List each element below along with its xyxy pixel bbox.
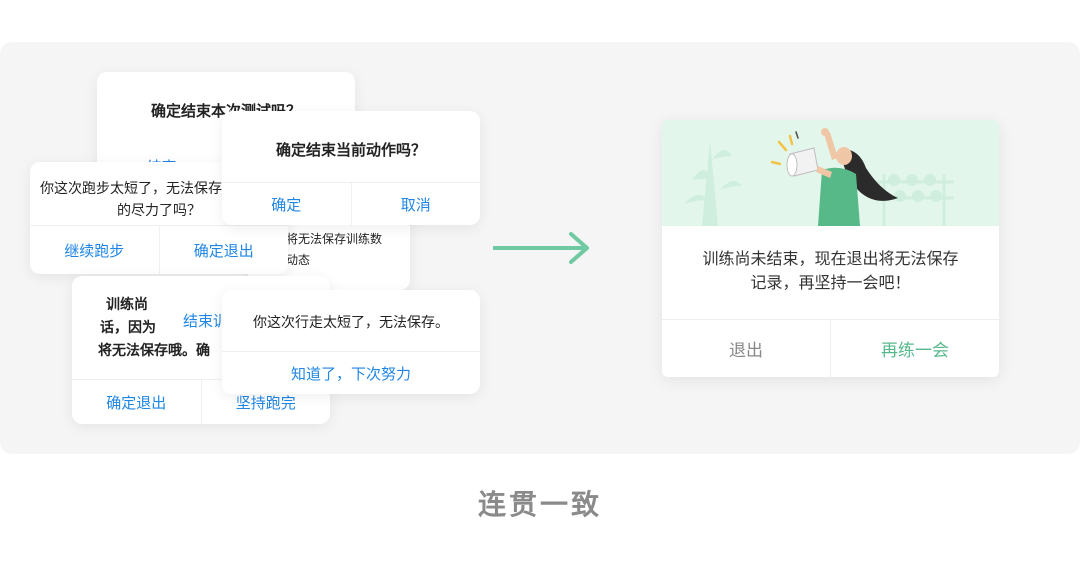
unified-exit-dialog: 训练尚未结束，现在退出将无法保存 记录，再坚持一会吧！ 退出 再练一会 (662, 120, 999, 377)
confirm-button[interactable]: 确定 (222, 183, 351, 225)
confirm-exit-button[interactable]: 确定退出 (72, 380, 201, 424)
dialog-button-row: 继续跑步 确定退出 (30, 225, 288, 274)
dialog-title: 确定结束当前动作吗？ (275, 141, 426, 159)
dialog-button-row: 知道了，下次努力 (222, 351, 480, 394)
dialog-button-row: 退出 再练一会 (662, 319, 999, 377)
continue-running-button[interactable]: 继续跑步 (30, 226, 159, 274)
got-it-button[interactable]: 知道了，下次努力 (222, 352, 480, 394)
confirm-exit-button[interactable]: 确定退出 (158, 226, 289, 274)
dialog-message: 训练尚未结束，现在退出将无法保存 (702, 249, 959, 268)
illustration-banner (662, 120, 999, 226)
arrow-right-icon (493, 232, 589, 264)
dialog-message: 记录，再坚持一会吧！ (750, 273, 911, 292)
dialog-end-action: 确定结束当前动作吗？ 确定 取消 (222, 111, 480, 225)
exit-button[interactable]: 退出 (662, 320, 830, 377)
woman-with-megaphone-illustration (684, 128, 954, 226)
dialog-message: 你这次行走太短了，无法保存。 (253, 315, 449, 331)
dialog-walk-too-short: 你这次行走太短了，无法保存。 知道了，下次努力 (222, 290, 480, 394)
dialog-button-row: 确定 取消 (222, 182, 480, 225)
dialog-line: 动态 (286, 253, 311, 267)
dialog-line: 将无法保存训练数 (286, 232, 383, 246)
caption: 连贯一致 (477, 488, 602, 521)
keep-training-button[interactable]: 再练一会 (830, 320, 999, 377)
cancel-button[interactable]: 取消 (350, 183, 481, 225)
